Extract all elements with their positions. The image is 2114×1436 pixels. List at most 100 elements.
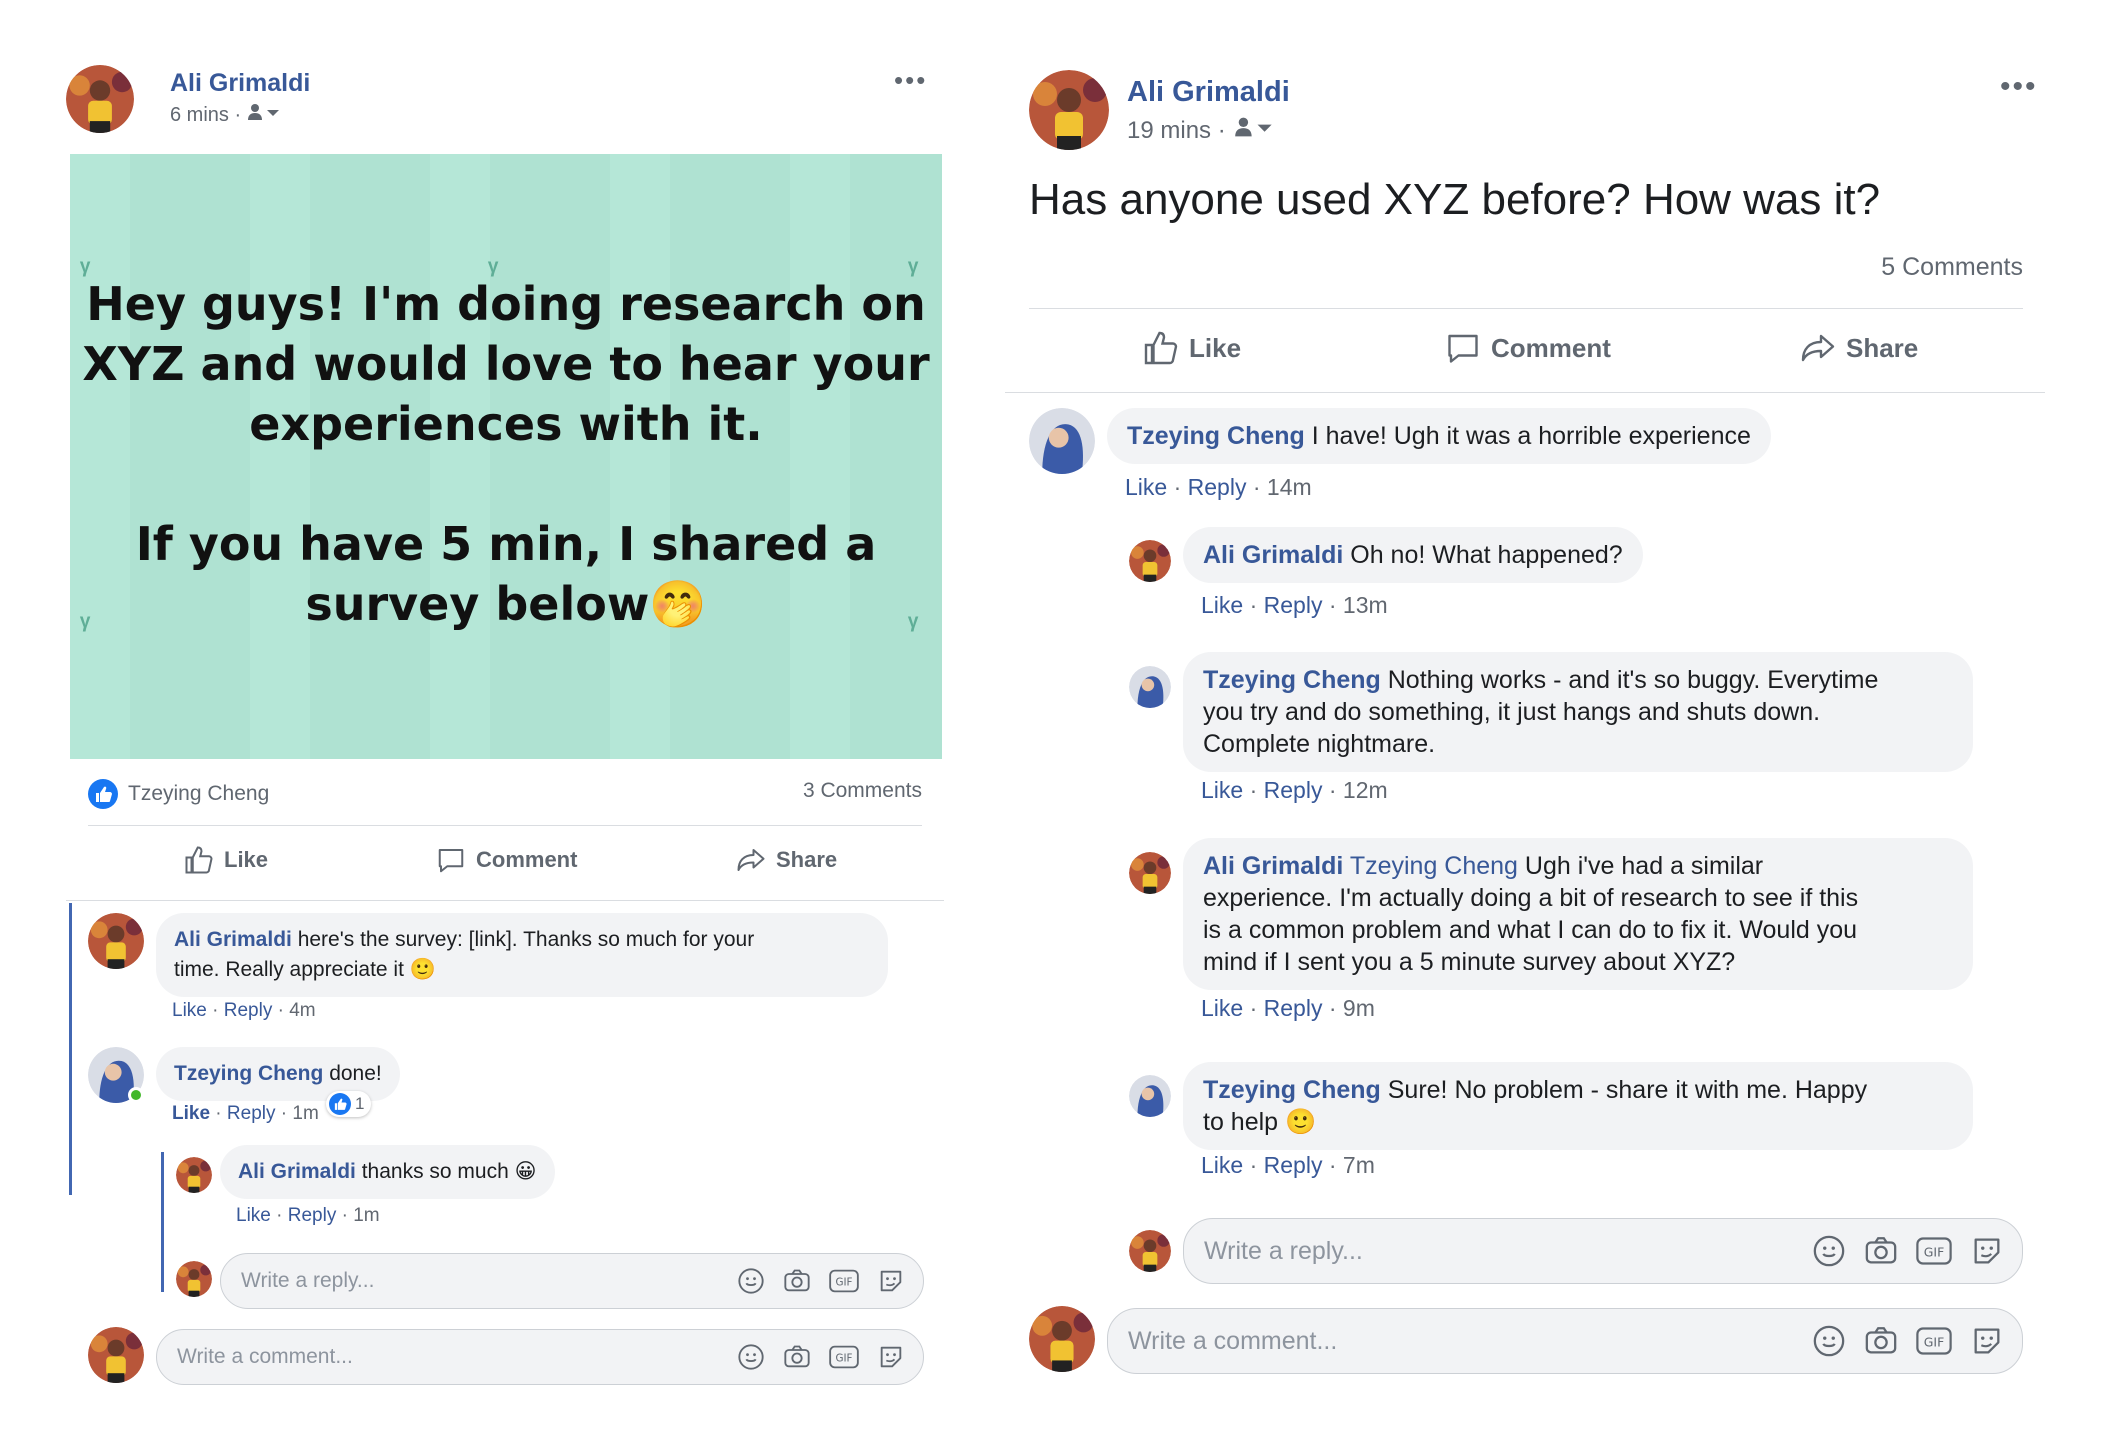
thumbs-up-icon [1144, 331, 1178, 365]
comment-time[interactable]: 12m [1343, 777, 1388, 803]
camera-icon[interactable] [783, 1343, 811, 1371]
banner-line: If you have 5 min, I shared a [135, 517, 877, 571]
comment-reaction-badge[interactable]: 1 [326, 1091, 372, 1117]
commenter-avatar[interactable] [1129, 666, 1171, 708]
author-name[interactable]: Ali Grimaldi [1127, 76, 1290, 109]
sticker-icon[interactable] [877, 1267, 905, 1295]
comment-reply-link[interactable]: Reply [1264, 777, 1323, 803]
reactions-summary[interactable]: Tzeying Cheng [88, 779, 269, 809]
post-banner: ᵞ ᵞ ᵞ ᵞ ᵞ Hey guys! I'm doing research o… [70, 154, 942, 759]
comment-reply-link[interactable]: Reply [1188, 474, 1247, 500]
commenter-avatar[interactable] [1029, 408, 1095, 474]
comment-author[interactable]: Ali Grimaldi [174, 928, 292, 951]
comment-time[interactable]: 13m [1343, 592, 1388, 618]
friends-icon[interactable] [1234, 116, 1274, 145]
comment-time[interactable]: 4m [289, 1000, 315, 1021]
comment-like-link[interactable]: Like [1201, 592, 1243, 618]
comment-reply-link[interactable]: Reply [1264, 995, 1323, 1021]
comment-reply-link[interactable]: Reply [224, 1000, 273, 1021]
comment-time[interactable]: 1m [353, 1205, 379, 1226]
comment-button[interactable]: Comment [436, 845, 577, 875]
comment-time[interactable]: 14m [1267, 474, 1312, 500]
banner-line: survey below🤭 [305, 577, 707, 631]
like-button[interactable]: Like [1143, 330, 1241, 366]
comment-button[interactable]: Comment [1445, 330, 1611, 366]
comment-input[interactable]: Write a comment... GIF [1107, 1308, 2023, 1374]
comment-input[interactable]: Write a comment... GIF [156, 1329, 924, 1385]
banner-text: Hey guys! I'm doing research on XYZ and … [70, 274, 942, 634]
author-avatar[interactable] [66, 65, 134, 133]
commenter-avatar[interactable] [1129, 852, 1171, 894]
commenter-avatar[interactable] [176, 1157, 212, 1193]
comment-reply-link[interactable]: Reply [227, 1103, 276, 1124]
reply-input[interactable]: Write a reply... GIF [220, 1253, 924, 1309]
emoji-icon[interactable] [1812, 1234, 1846, 1268]
sticker-icon[interactable] [1970, 1234, 2004, 1268]
commenter-avatar[interactable] [1129, 1075, 1171, 1117]
comment-reply-link[interactable]: Reply [288, 1205, 337, 1226]
friends-icon[interactable] [247, 103, 281, 127]
comment-author[interactable]: Ali Grimaldi [1203, 852, 1343, 880]
comment-author[interactable]: Tzeying Cheng [1127, 422, 1305, 450]
gif-icon[interactable]: GIF [829, 1267, 859, 1295]
emoji-icon[interactable] [737, 1267, 765, 1295]
time-text[interactable]: 6 mins · [170, 104, 241, 127]
reaction-names[interactable]: Tzeying Cheng [128, 782, 269, 806]
gif-icon[interactable]: GIF [829, 1343, 859, 1371]
comment-meta: Like · Reply · 9m [1201, 995, 1375, 1021]
comment-author[interactable]: Ali Grimaldi [238, 1160, 356, 1183]
left-post: Ali Grimaldi 6 mins · ••• ᵞ ᵞ ᵞ ᵞ ᵞ Hey … [66, 55, 944, 1395]
camera-icon[interactable] [1864, 1234, 1898, 1268]
comment-like-link[interactable]: Like [1201, 995, 1243, 1021]
comment-like-link[interactable]: Like [1201, 777, 1243, 803]
self-avatar[interactable] [176, 1261, 212, 1297]
more-options-icon[interactable]: ••• [894, 65, 927, 96]
comment-author[interactable]: Tzeying Cheng [1203, 666, 1381, 694]
emoji-icon[interactable] [1812, 1324, 1846, 1358]
gif-icon[interactable]: GIF [1916, 1234, 1952, 1268]
comment-time[interactable]: 1m [292, 1103, 318, 1124]
comment-like-link[interactable]: Like [236, 1205, 271, 1226]
thread-line [161, 1152, 164, 1292]
author-name[interactable]: Ali Grimaldi [170, 69, 310, 98]
comment-like-link[interactable]: Like [1125, 474, 1167, 500]
comment-author[interactable]: Tzeying Cheng [174, 1062, 323, 1085]
comment-like-link[interactable]: Like [1201, 1152, 1243, 1178]
comments-count[interactable]: 3 Comments [803, 779, 922, 803]
comment-author[interactable]: Tzeying Cheng [1203, 1076, 1381, 1104]
post-text: Has anyone used XYZ before? How was it? [1029, 175, 1881, 224]
time-text[interactable]: 19 mins · [1127, 117, 1226, 145]
comment-time[interactable]: 7m [1343, 1152, 1375, 1178]
camera-icon[interactable] [1864, 1324, 1898, 1358]
sticker-icon[interactable] [1970, 1324, 2004, 1358]
comment-time[interactable]: 9m [1343, 995, 1375, 1021]
more-options-icon[interactable]: ••• [2000, 70, 2038, 104]
self-avatar[interactable] [1029, 1306, 1095, 1372]
comment-reply-link[interactable]: Reply [1264, 592, 1323, 618]
gif-icon[interactable]: GIF [1916, 1324, 1952, 1358]
share-button[interactable]: Share [736, 845, 837, 875]
commenter-avatar[interactable] [88, 913, 144, 969]
comment-reply-link[interactable]: Reply [1264, 1152, 1323, 1178]
comment-label: Comment [1491, 332, 1611, 363]
banner-line: XYZ and would love to hear your [82, 337, 930, 391]
comment-like-link[interactable]: Like [172, 1000, 207, 1021]
sticker-icon[interactable] [877, 1343, 905, 1371]
comment-mention[interactable]: Tzeying Cheng [1350, 852, 1518, 880]
comment-text: is a common problem and what I can do to… [1203, 916, 1858, 944]
reply-input[interactable]: Write a reply... GIF [1183, 1218, 2023, 1284]
author-avatar[interactable] [1029, 70, 1109, 150]
self-avatar[interactable] [1129, 1230, 1171, 1272]
comment-like-link[interactable]: Like [172, 1103, 210, 1124]
comment-author[interactable]: Ali Grimaldi [1203, 541, 1343, 569]
camera-icon[interactable] [783, 1267, 811, 1295]
share-button[interactable]: Share [1800, 330, 1918, 366]
comment-meta: Like · Reply · 4m [172, 1000, 316, 1021]
comment-placeholder: Write a comment... [177, 1345, 353, 1368]
commenter-avatar[interactable] [1129, 540, 1171, 582]
self-avatar[interactable] [88, 1327, 144, 1383]
like-button[interactable]: Like [184, 845, 268, 875]
emoji-icon[interactable] [737, 1343, 765, 1371]
svg-text:GIF: GIF [1924, 1245, 1945, 1260]
comments-count[interactable]: 5 Comments [1881, 253, 2023, 282]
